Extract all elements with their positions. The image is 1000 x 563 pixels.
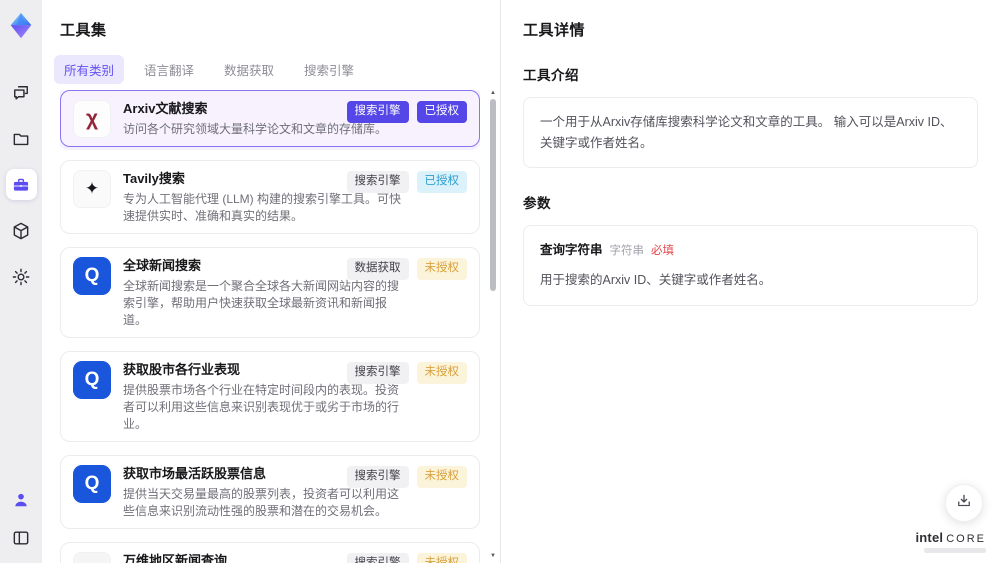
parameter-description: 用于搜索的Arxiv ID、关键字或作者姓名。	[540, 273, 772, 288]
tool-icon-glyph: Q	[84, 265, 100, 286]
sidebar-item-account[interactable]	[6, 484, 37, 515]
tool-card[interactable]: Q 全球新闻搜索 全球新闻搜索是一个聚合全球各大新闻网站内容的搜索引擎，帮助用户…	[60, 247, 480, 338]
tool-intro-card: 一个用于从Arxiv存储库搜索科学论文和文章的工具。 输入可以是Arxiv ID…	[523, 97, 978, 169]
category-badge: 搜索引擎	[346, 362, 409, 384]
app-window: 工具集 所有类别 语言翻译 数据获取 搜索引擎 χ Arxiv文献搜索 访问各个…	[0, 0, 1000, 563]
tool-icon: Q	[73, 465, 111, 503]
tool-card[interactable]: ≡ 万维地区新闻查询 查询具体行政区划内的新闻，快速了解各地新闻动 搜索引擎 未…	[60, 542, 480, 563]
parameter-type: 字符串	[609, 245, 645, 258]
tool-description: 访问各个研究领域大量科学论文和文章的存储库。	[123, 122, 388, 136]
category-tabs: 所有类别 语言翻译 数据获取 搜索引擎	[54, 55, 500, 84]
tool-description: 全球新闻搜索是一个聚合全球各大新闻网站内容的搜索引擎，帮助用户快速获取全球最新资…	[123, 279, 400, 327]
tool-icon: Q	[73, 361, 111, 399]
auth-status-badge: 已授权	[416, 171, 467, 193]
parameter-name: 查询字符串	[540, 243, 603, 258]
category-badge: 搜索引擎	[346, 171, 409, 193]
auth-status-badge: 未授权	[416, 258, 467, 280]
sidebar-item-models[interactable]	[6, 215, 37, 246]
chat-icon	[11, 83, 31, 103]
scrollbar-thumb[interactable]	[490, 99, 496, 291]
tool-card[interactable]: Q 获取市场最活跃股票信息 提供当天交易量最高的股票列表，投资者可以利用这些信息…	[60, 455, 480, 529]
category-badge: 搜索引擎	[346, 101, 409, 123]
tool-icon: ✦	[73, 170, 111, 208]
sidebar-item-panel-toggle[interactable]	[6, 522, 37, 553]
app-logo-icon	[4, 9, 38, 43]
scrollbar-down-arrow[interactable]: ▼	[488, 553, 498, 559]
list-scrollbar: ▲ ▼	[488, 88, 498, 563]
intel-core-brand: intel CORE	[915, 530, 986, 553]
parameter-header: 查询字符串 字符串 必填	[540, 240, 961, 261]
sidebar-nav	[5, 77, 37, 292]
auth-status-badge: 未授权	[416, 553, 467, 563]
category-tab[interactable]: 数据获取	[214, 55, 284, 84]
tool-list: χ Arxiv文献搜索 访问各个研究领域大量科学论文和文章的存储库。 搜索引擎 …	[60, 90, 480, 563]
auth-status-badge: 未授权	[416, 362, 467, 384]
download-button[interactable]	[945, 484, 983, 522]
tool-icon-glyph: ✦	[84, 179, 100, 198]
tool-badges: 搜索引擎 未授权	[346, 466, 467, 488]
scrollbar-up-arrow[interactable]: ▲	[488, 90, 498, 96]
user-icon	[11, 490, 31, 510]
category-badge: 数据获取	[346, 258, 409, 280]
brand-subbar	[924, 548, 986, 553]
tool-icon-glyph: Q	[84, 473, 100, 494]
tool-card[interactable]: Q 获取股市各行业表现 提供股票市场各个行业在特定时间段内的表现。投资者可以利用…	[60, 351, 480, 442]
tool-icon: ≡	[73, 552, 111, 563]
tool-icon: Q	[73, 257, 111, 295]
panel-toggle-icon	[11, 528, 31, 548]
tool-badges: 搜索引擎 未授权	[346, 553, 467, 563]
tool-icon: χ	[73, 100, 111, 138]
tool-detail-panel: 工具详情 工具介绍 一个用于从Arxiv存储库搜索科学论文和文章的工具。 输入可…	[500, 0, 1000, 563]
cube-icon	[11, 221, 31, 241]
sidebar	[0, 0, 42, 563]
params-section-title: 参数	[523, 196, 551, 212]
tool-card[interactable]: χ Arxiv文献搜索 访问各个研究领域大量科学论文和文章的存储库。 搜索引擎 …	[60, 90, 480, 147]
folder-icon	[11, 129, 31, 149]
parameter-card: 查询字符串 字符串 必填 用于搜索的Arxiv ID、关键字或作者姓名。	[523, 225, 978, 306]
tool-badges: 搜索引擎 已授权	[346, 171, 467, 193]
parameter-required-flag: 必填	[651, 245, 675, 258]
briefcase-tools-icon	[11, 175, 31, 195]
brand-name: intel	[915, 530, 944, 545]
detail-title: 工具详情	[523, 22, 586, 39]
category-tab[interactable]: 所有类别	[54, 55, 125, 84]
tool-icon-glyph: Q	[84, 369, 100, 390]
tool-list-panel: 工具集 所有类别 语言翻译 数据获取 搜索引擎 χ Arxiv文献搜索 访问各个…	[42, 0, 500, 563]
category-badge: 搜索引擎	[346, 466, 409, 488]
tool-card[interactable]: ✦ Tavily搜索 专为人工智能代理 (LLM) 构建的搜索引擎工具。可快速提…	[60, 160, 480, 234]
tool-badges: 搜索引擎 未授权	[346, 362, 467, 384]
download-icon	[955, 492, 973, 515]
sidebar-item-tools[interactable]	[5, 169, 37, 200]
sidebar-item-settings[interactable]	[6, 261, 37, 292]
tool-description: 提供股票市场各个行业在特定时间段内的表现。投资者可以利用这些信息来识别表现优于或…	[123, 383, 400, 431]
gear-icon	[11, 267, 31, 287]
tool-description: 提供当天交易量最高的股票列表，投资者可以利用这些信息来识别流动性强的股票和潜在的…	[123, 487, 400, 518]
category-tab[interactable]: 搜索引擎	[294, 55, 364, 84]
category-badge: 搜索引擎	[346, 553, 409, 563]
sidebar-item-chat[interactable]	[6, 77, 37, 108]
tool-icon-glyph: χ	[85, 107, 99, 130]
brand-product: CORE	[946, 533, 986, 545]
page-title: 工具集	[60, 22, 107, 39]
tool-badges: 搜索引擎 已授权	[346, 101, 467, 123]
auth-status-badge: 未授权	[416, 466, 467, 488]
auth-status-badge: 已授权	[416, 101, 467, 123]
tool-description: 专为人工智能代理 (LLM) 构建的搜索引擎工具。可快速提供实时、准确和真实的结…	[123, 192, 402, 223]
tool-badges: 数据获取 未授权	[346, 258, 467, 280]
category-tab[interactable]: 语言翻译	[134, 55, 204, 84]
sidebar-item-files[interactable]	[6, 123, 37, 154]
tool-intro-text: 一个用于从Arxiv存储库搜索科学论文和文章的工具。 输入可以是Arxiv ID…	[540, 115, 953, 150]
intro-section-title: 工具介绍	[523, 68, 579, 83]
sidebar-bottom	[6, 484, 37, 553]
